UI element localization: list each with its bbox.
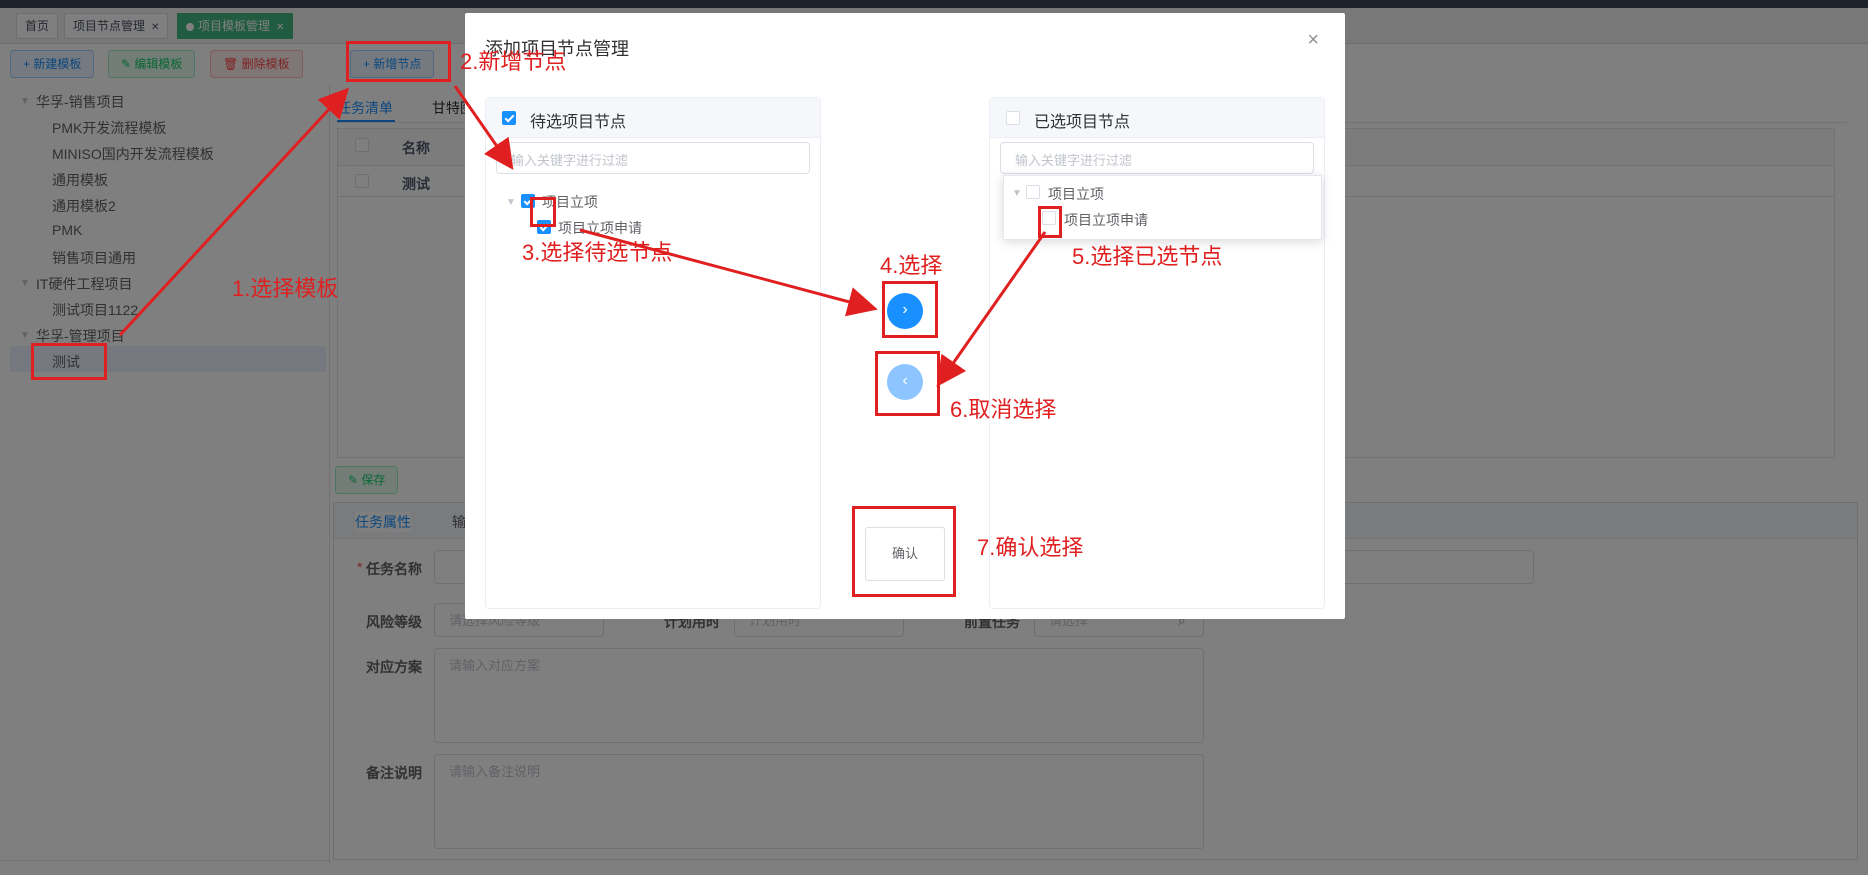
annotation-arrows: [118, 85, 1047, 387]
annotation-step7: 7.确认选择: [977, 535, 1084, 560]
annotation-step2: 2.新增节点: [460, 49, 567, 74]
annotation-step3: 3.选择待选节点: [522, 240, 673, 265]
annotation-step6: 6.取消选择: [950, 397, 1057, 422]
annotation-step5: 5.选择已选节点: [1072, 244, 1223, 269]
annotation-step4: 4.选择: [880, 253, 943, 278]
annotation-step1: 1.选择模板: [232, 276, 339, 301]
